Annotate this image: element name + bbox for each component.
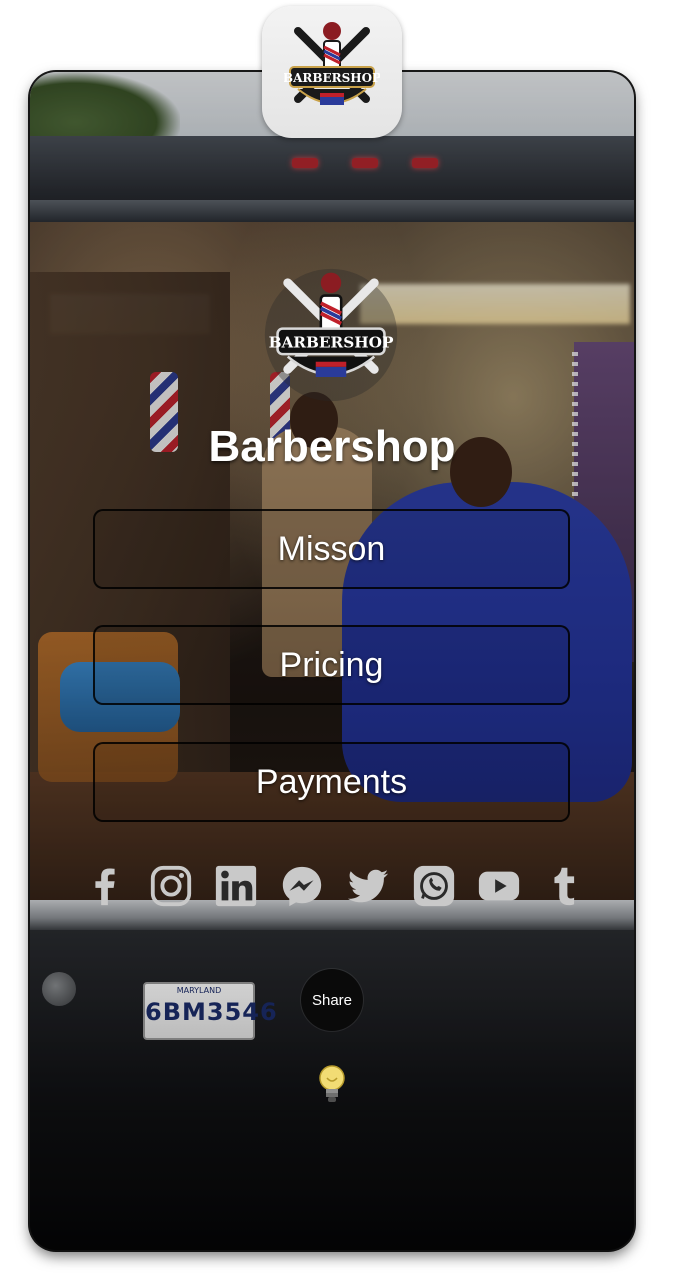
phone-screen: MARYLAND 6BM3546 BARBERSHOP Barbershop M… [30,72,634,1250]
twitter-icon[interactable] [343,861,393,911]
svg-text:BARBERSHOP: BARBERSHOP [269,334,394,352]
menu-button-label: Payments [255,762,408,801]
whatsapp-icon[interactable] [409,861,459,911]
menu-button-pricing[interactable]: Pricing [93,625,570,705]
lightbulb-icon[interactable] [314,1062,350,1108]
social-links [80,860,590,912]
barbershop-logo-icon: BARBERSHOP [264,268,398,402]
youtube-icon[interactable] [474,861,524,911]
center-logo: BARBERSHOP [256,260,406,410]
share-button[interactable]: Share [301,969,363,1031]
app-icon-tab[interactable]: BARBERSHOP [262,6,402,138]
share-label: Share [311,991,353,1009]
menu-button-payments[interactable]: Payments [93,742,570,822]
facebook-icon[interactable] [80,861,130,911]
page-title: Barbershop [208,422,456,471]
linkedin-icon[interactable] [211,861,261,911]
svg-text:BARBERSHOP: BARBERSHOP [284,71,380,85]
tumblr-icon[interactable] [540,861,590,911]
instagram-icon[interactable] [146,861,196,911]
barbershop-logo-icon: BARBERSHOP [284,22,380,105]
menu-button-label: Pricing [279,645,384,684]
messenger-icon[interactable] [277,861,327,911]
screen: BARBERSHOP MARYLAND 6BM3546 BARBERSHOP B… [0,0,689,1274]
menu-button-misson[interactable]: Misson [93,509,570,589]
menu-button-label: Misson [277,529,386,568]
